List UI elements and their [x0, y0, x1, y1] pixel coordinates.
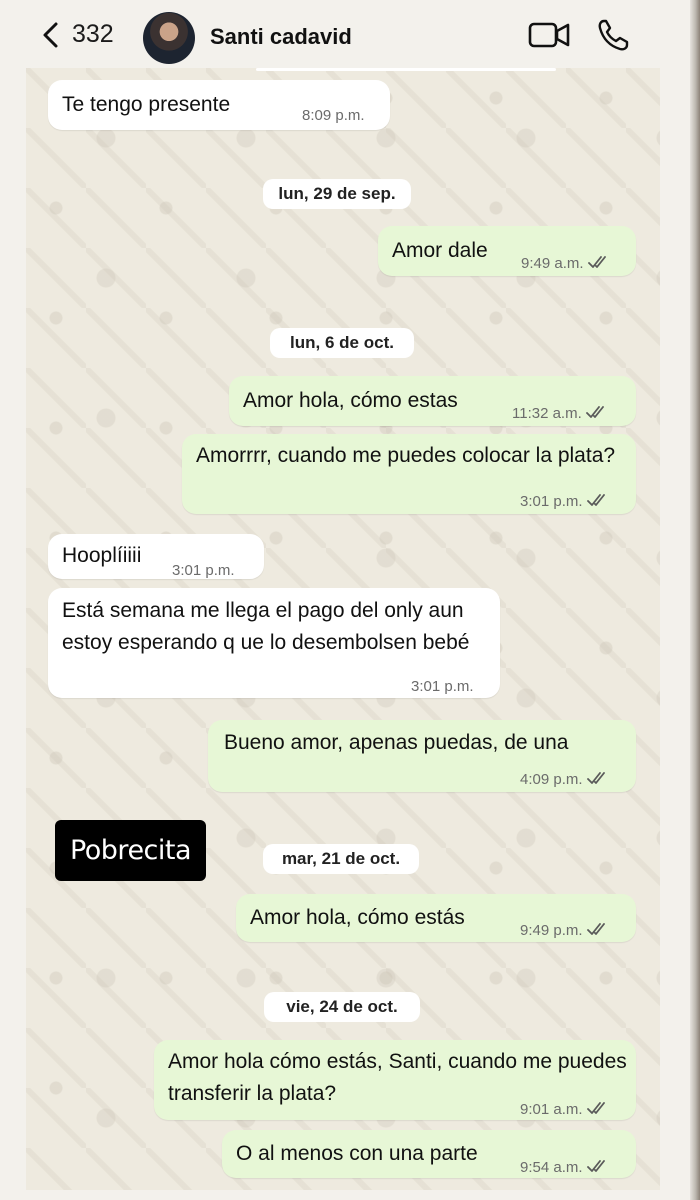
- double-check-icon: [586, 1102, 605, 1114]
- unread-count: 332: [72, 20, 114, 48]
- avatar[interactable]: [143, 12, 195, 64]
- double-check-icon: [586, 923, 605, 935]
- background-edge: [690, 0, 700, 1200]
- phone-call-icon[interactable]: [596, 18, 630, 52]
- message-outgoing[interactable]: Bueno amor, apenas puedas, de una 4:09 p…: [208, 720, 636, 792]
- message-time: 3:01 p.m.: [520, 493, 583, 510]
- message-time: 4:09 p.m.: [520, 771, 583, 788]
- message-text: O al menos con una parte: [236, 1142, 478, 1165]
- video-call-icon[interactable]: [528, 20, 570, 50]
- message-outgoing[interactable]: Amorrrr, cuando me puedes colocar la pla…: [182, 434, 636, 514]
- double-check-icon: [586, 772, 605, 784]
- message-time: 9:01 a.m.: [520, 1101, 583, 1118]
- message-text: Amor hola, cómo estas: [243, 389, 458, 412]
- message-text: Te tengo presente: [62, 93, 231, 116]
- date-separator: vie, 24 de oct.: [264, 992, 420, 1022]
- message-time: 8:09 p.m.: [302, 107, 365, 124]
- message-incoming[interactable]: Está semana me llega el pago del only au…: [48, 588, 500, 698]
- message-outgoing[interactable]: Amor dale 9:49 a.m.: [378, 226, 636, 276]
- message-outgoing[interactable]: Amor hola cómo estás, Santi, cuando me p…: [154, 1040, 636, 1120]
- message-text: Amor dale: [392, 239, 488, 262]
- chat-header: 332 Santi cadavid: [0, 0, 690, 68]
- double-check-icon: [586, 1160, 605, 1172]
- double-check-icon: [585, 406, 604, 418]
- date-separator: mar, 21 de oct.: [263, 844, 419, 874]
- message-incoming[interactable]: Te tengo presente 8:09 p.m.: [48, 80, 390, 130]
- message-text: Está semana me llega el pago del only au…: [62, 599, 470, 654]
- chat-screen: 332 Santi cadavid Te tengo presente 8:09…: [0, 0, 690, 1200]
- message-outgoing[interactable]: Amor hola, cómo estas 11:32 a.m.: [229, 376, 636, 426]
- date-separator: lun, 29 de sep.: [263, 179, 411, 209]
- message-text: Amor hola, cómo estás: [250, 906, 465, 929]
- double-check-icon: [586, 494, 605, 506]
- message-time: 3:01 p.m.: [411, 678, 474, 695]
- message-outgoing[interactable]: O al menos con una parte 9:54 a.m.: [222, 1130, 636, 1178]
- date-separator: lun, 6 de oct.: [270, 328, 414, 358]
- message-time: 9:49 p.m.: [520, 922, 583, 939]
- message-time: 9:49 a.m.: [521, 255, 584, 272]
- message-time: 3:01 p.m.: [172, 562, 235, 579]
- overlay-caption: Pobrecita: [55, 820, 206, 881]
- contact-name[interactable]: Santi cadavid: [210, 24, 352, 50]
- divider: [256, 68, 556, 71]
- message-text: Amorrrr, cuando me puedes colocar la pla…: [196, 444, 616, 467]
- message-time: 11:32 a.m.: [512, 405, 582, 422]
- message-time: 9:54 a.m.: [520, 1159, 583, 1176]
- message-text: Bueno amor, apenas puedas, de una: [224, 731, 569, 754]
- message-list[interactable]: Te tengo presente 8:09 p.m. lun, 29 de s…: [26, 68, 660, 1190]
- message-outgoing[interactable]: Amor hola, cómo estás 9:49 p.m.: [236, 894, 636, 942]
- double-check-icon: [587, 256, 606, 268]
- back-button[interactable]: 332: [40, 20, 114, 49]
- chevron-left-icon: [43, 22, 58, 47]
- message-text: Hooplíiiii: [62, 544, 142, 567]
- message-incoming[interactable]: Hooplíiiii 3:01 p.m.: [48, 534, 264, 579]
